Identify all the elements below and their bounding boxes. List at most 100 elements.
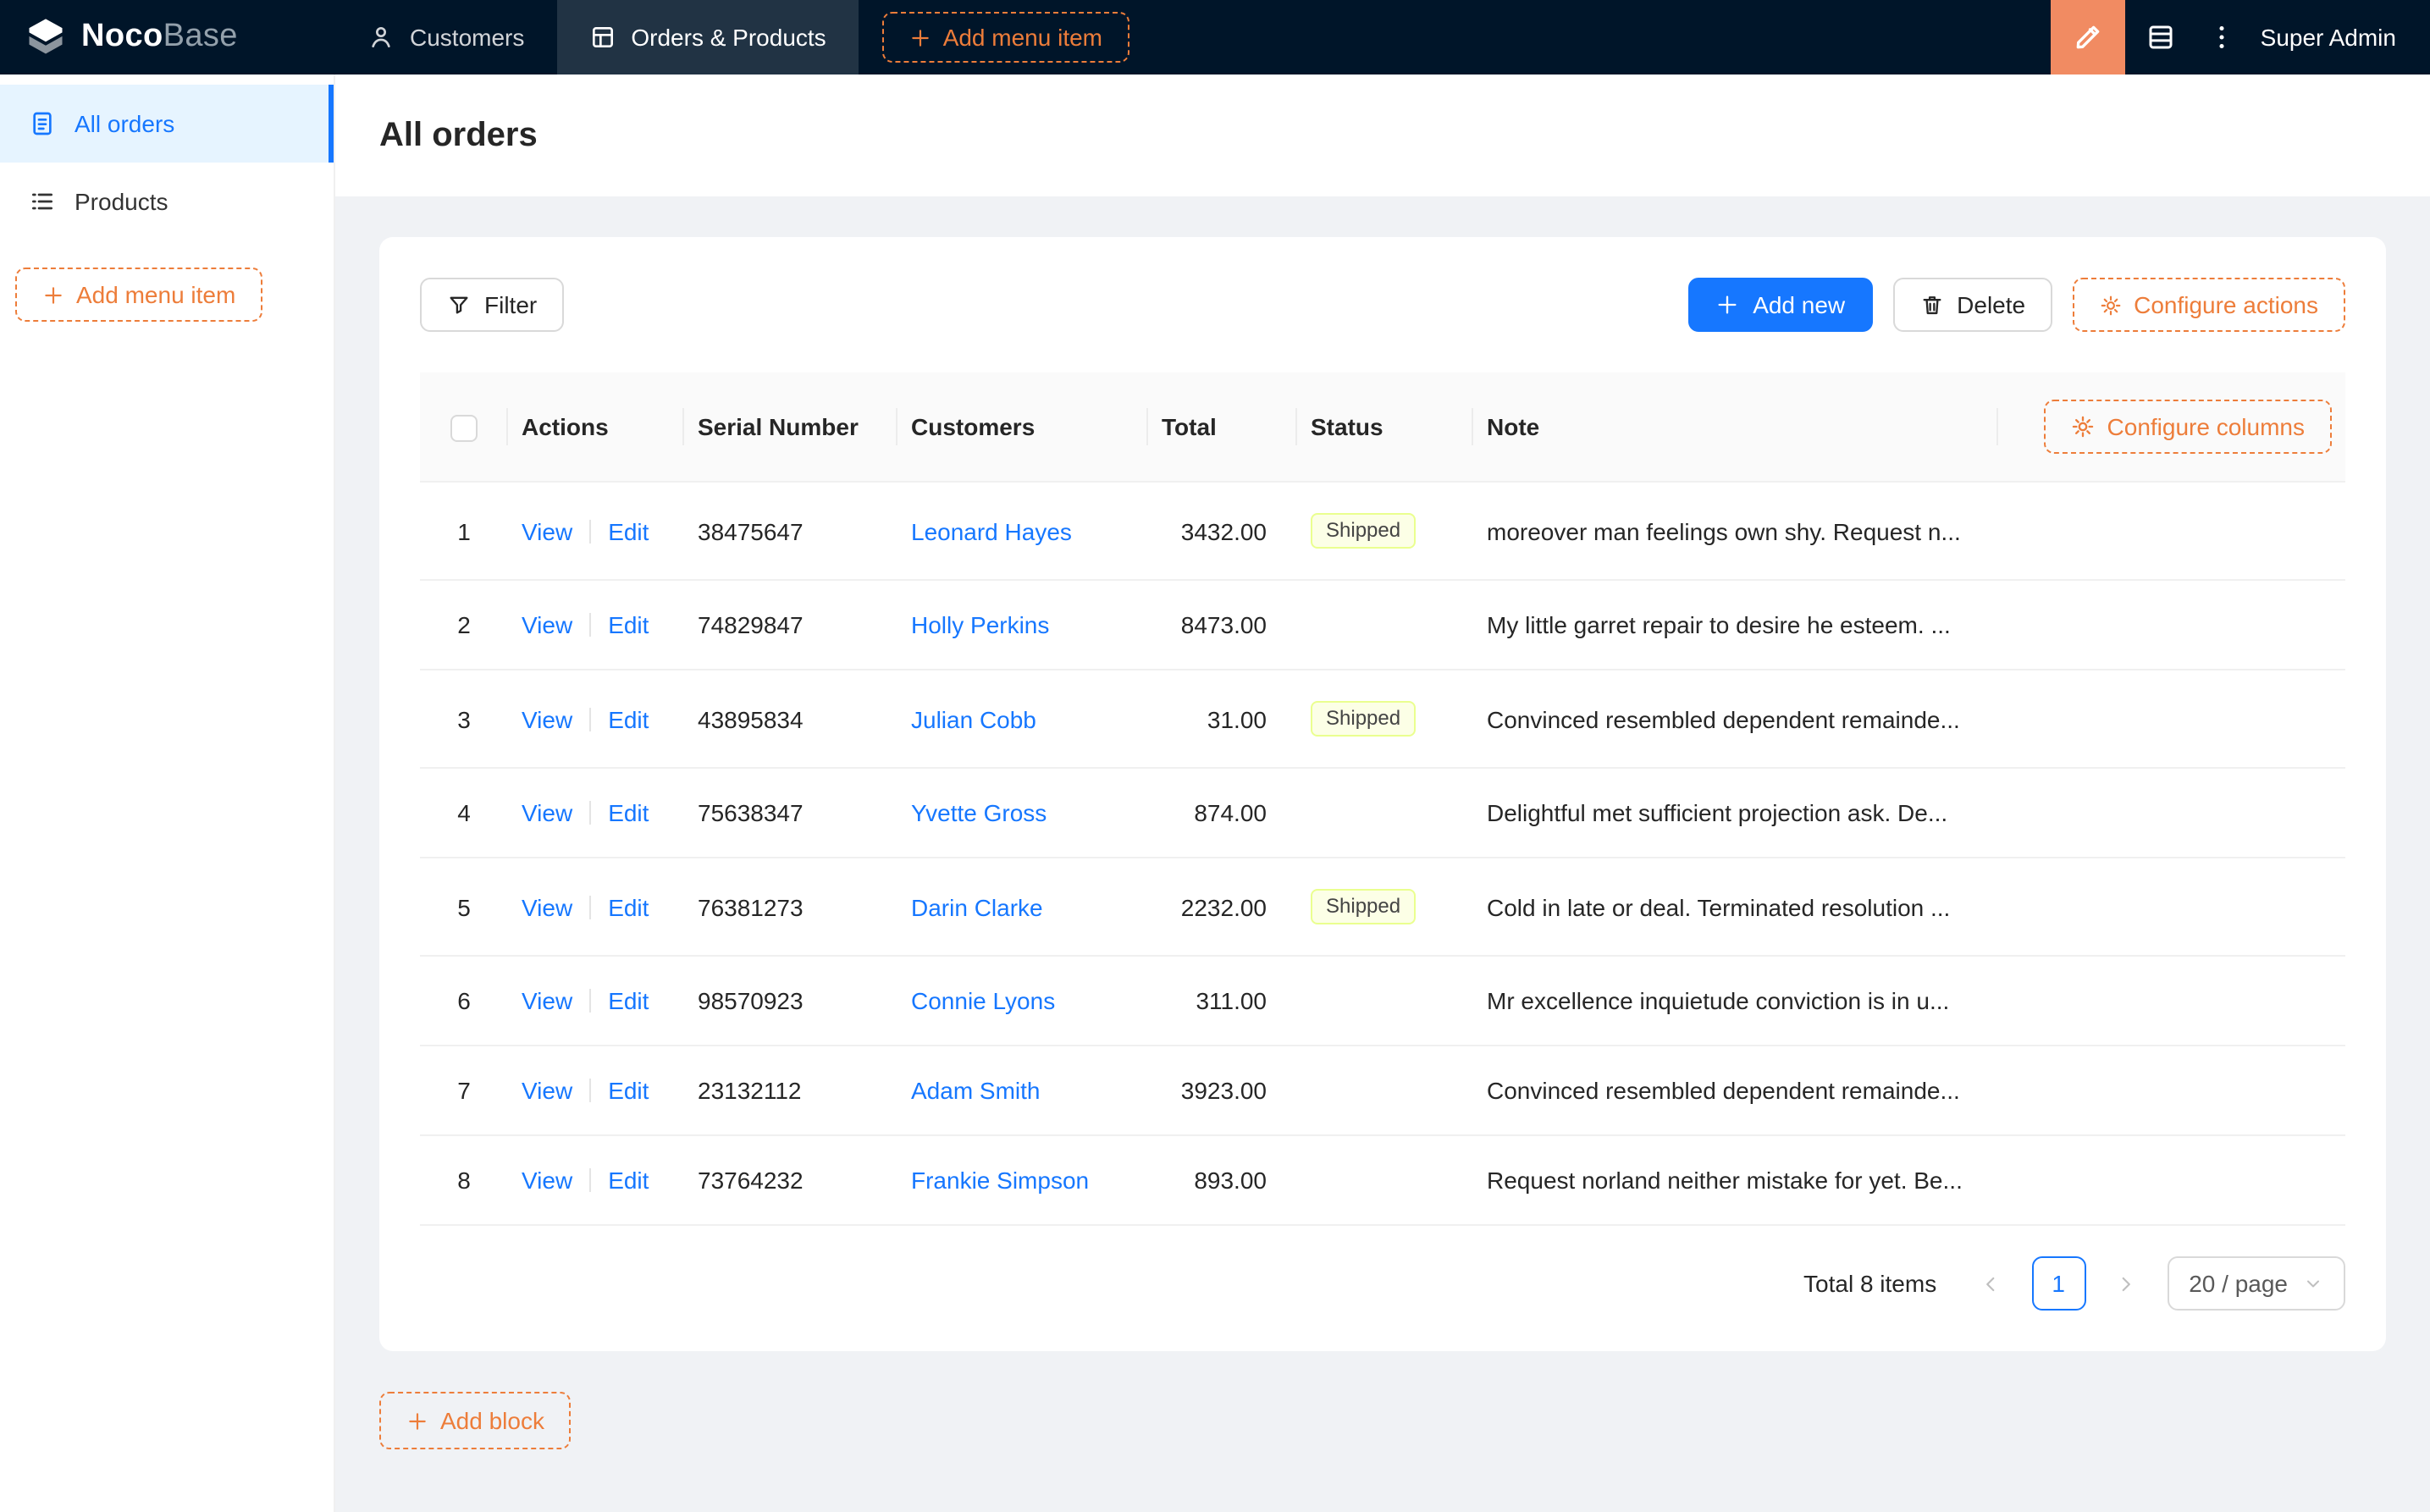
status-badge: Shipped [1311,513,1417,549]
add-new-button[interactable]: Add new [1688,278,1873,332]
view-link[interactable]: View [522,987,572,1014]
sidebar-item-products[interactable]: Products [0,163,334,240]
customer-link[interactable]: Adam Smith [911,1077,1041,1104]
edit-link[interactable]: Edit [608,1167,649,1194]
edit-link[interactable]: Edit [608,893,649,920]
layout: All orders Products Add menu item All or… [0,74,2430,1512]
status-cell: Shipped [1297,858,1473,957]
sidebar-item-all-orders[interactable]: All orders [0,85,334,163]
pagination: Total 8 items 1 20 / page [420,1256,2345,1311]
next-page-button[interactable] [2099,1256,2153,1311]
filter-funnel-icon [450,296,468,314]
view-link[interactable]: View [522,1077,572,1104]
spacer-cell [1998,482,2345,581]
spacer-cell [1998,768,2345,858]
customer-cell: Connie Lyons [897,956,1148,1046]
edit-link[interactable]: Edit [608,705,649,732]
chevron-right-icon [2122,1276,2131,1291]
more-menu-button[interactable] [2196,0,2247,74]
sidebar: All orders Products Add menu item [0,74,335,1512]
note-cell: moreover man feelings own shy. Request n… [1473,482,1998,581]
topbar-add-menu-item-button[interactable]: Add menu item [881,12,1130,63]
configure-columns-button[interactable]: Configure columns [2044,400,2332,454]
total-cell: 8473.00 [1148,580,1297,670]
top-menu-item-label: Customers [410,24,525,51]
actions-cell: View Edit [508,670,684,769]
edit-link[interactable]: Edit [608,517,649,544]
top-menu: Customers Orders & Products Add menu ite… [335,0,2051,74]
page-size-label: 20 / page [2189,1270,2288,1297]
user-menu[interactable]: Super Admin [2247,0,2430,74]
note-cell: Convinced resembled dependent remainde..… [1473,670,1998,769]
row-index: 3 [420,670,508,769]
filter-button[interactable]: Filter [420,278,565,332]
status-cell [1297,956,1473,1046]
view-link[interactable]: View [522,893,572,920]
customer-link[interactable]: Holly Perkins [911,611,1049,638]
view-link[interactable]: View [522,517,572,544]
customer-link[interactable]: Julian Cobb [911,705,1036,732]
configure-actions-button[interactable]: Configure actions [2073,278,2345,332]
column-header-status[interactable]: Status [1297,372,1473,483]
customer-link[interactable]: Frankie Simpson [911,1167,1089,1194]
main: All orders Filter Add new Delete Configu… [335,74,2430,1512]
status-badge: Shipped [1311,889,1417,924]
top-menu-item-orders-products[interactable]: Orders & Products [556,0,859,74]
edit-link[interactable]: Edit [608,1077,649,1104]
note-cell: Mr excellence inquietude conviction is i… [1473,956,1998,1046]
note-cell: Request norland neither mistake for yet.… [1473,1135,1998,1226]
edit-link[interactable]: Edit [608,987,649,1014]
logo-text-primary: Noco [81,19,163,54]
delete-button[interactable]: Delete [1892,278,2053,332]
edit-link[interactable]: Edit [608,799,649,826]
actions-cell: View Edit [508,956,684,1046]
customer-cell: Julian Cobb [897,670,1148,769]
column-header-note[interactable]: Note [1473,372,1998,483]
actions-cell: View Edit [508,1135,684,1226]
edit-link[interactable]: Edit [608,611,649,638]
row-index: 7 [420,1046,508,1136]
column-header-total[interactable]: Total [1148,372,1297,483]
total-cell: 2232.00 [1148,858,1297,957]
view-link[interactable]: View [522,705,572,732]
customer-cell: Leonard Hayes [897,482,1148,581]
add-block-button[interactable]: Add block [379,1392,572,1449]
customer-link[interactable]: Darin Clarke [911,893,1043,920]
row-index: 1 [420,482,508,581]
orders-products-icon [592,27,613,47]
row-index: 8 [420,1135,508,1226]
column-header-serial-number[interactable]: Serial Number [684,372,897,483]
column-header-actions[interactable]: Actions [508,372,684,483]
ui-editor-button[interactable] [2050,0,2125,74]
table-row: 7 View Edit 23132112 Adam Smith 3923.00 C… [420,1046,2345,1136]
view-link[interactable]: View [522,1167,572,1194]
total-cell: 874.00 [1148,768,1297,858]
status-cell: Shipped [1297,670,1473,769]
toolbar-right: Add new Delete Configure actions [1688,278,2345,332]
plus-icon [911,29,929,46]
view-link[interactable]: View [522,611,572,638]
customer-link[interactable]: Yvette Gross [911,799,1047,826]
top-menu-item-customers[interactable]: Customers [335,0,556,74]
page-number-button[interactable]: 1 [2031,1256,2086,1311]
row-index: 6 [420,956,508,1046]
page-size-select[interactable]: 20 / page [2167,1256,2345,1311]
table-row: 5 View Edit 76381273 Darin Clarke 2232.00… [420,858,2345,957]
pagination-total: Total 8 items [1803,1270,1937,1297]
table-header-row: Actions Serial Number Customers Total St… [420,372,2345,483]
table-row: 2 View Edit 74829847 Holly Perkins 8473.0… [420,580,2345,670]
logo[interactable]: NocoBase [0,0,335,74]
collections-button[interactable] [2125,0,2196,74]
serial-number-cell: 74829847 [684,580,897,670]
select-all-checkbox[interactable] [450,414,478,442]
column-header-customers[interactable]: Customers [897,372,1148,483]
customer-cell: Adam Smith [897,1046,1148,1136]
sidebar-add-menu-item-button[interactable]: Add menu item [15,268,263,322]
status-cell [1297,580,1473,670]
customer-link[interactable]: Leonard Hayes [911,517,1072,544]
customer-cell: Yvette Gross [897,768,1148,858]
customer-link[interactable]: Connie Lyons [911,987,1055,1014]
previous-page-button[interactable] [1963,1256,2018,1311]
view-link[interactable]: View [522,799,572,826]
status-cell: Shipped [1297,482,1473,581]
